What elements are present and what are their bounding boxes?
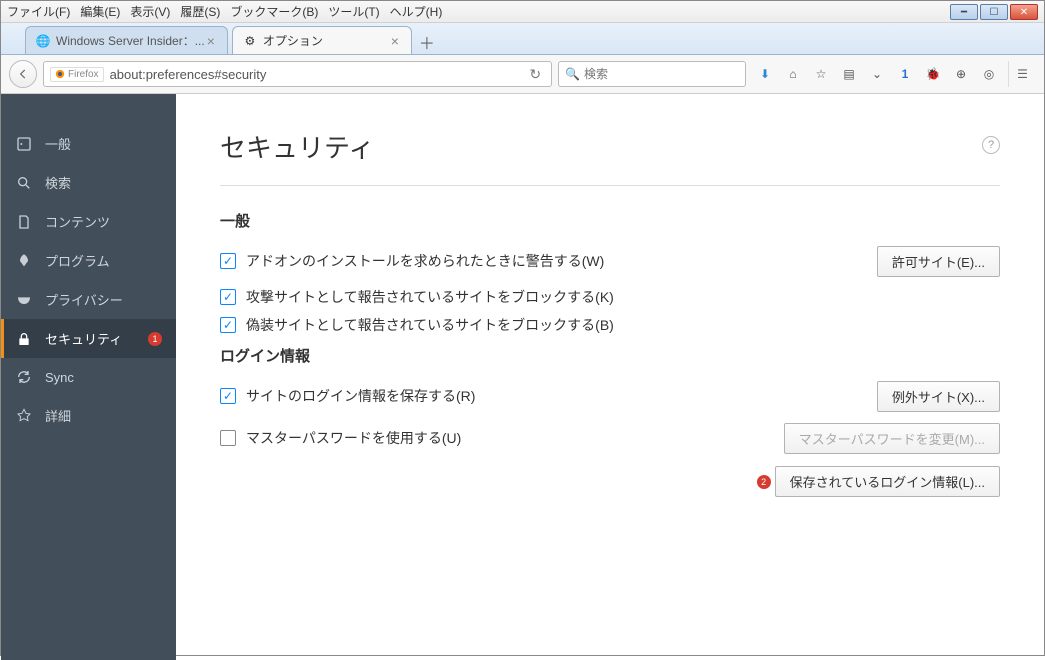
menubar: ファイル(F) 編集(E) 表示(V) 履歴(S) ブックマーク(B) ツール(… xyxy=(1,1,1044,23)
checkbox-save-login[interactable]: サイトのログイン情報を保存する(R) xyxy=(220,386,475,406)
menu-bookmarks[interactable]: ブックマーク(B) xyxy=(230,3,318,20)
sidebar-item-label: 検索 xyxy=(45,173,71,192)
reload-button[interactable]: ↻ xyxy=(525,66,545,83)
menu-view[interactable]: 表示(V) xyxy=(130,3,170,20)
exceptions-button[interactable]: 例外サイト(X)... xyxy=(877,381,1000,412)
checkbox-label: アドオンのインストールを求められたときに警告する(W) xyxy=(246,251,604,271)
tab-close-icon[interactable]: × xyxy=(389,33,401,49)
preferences-main: ? セキュリティ 一般 アドオンのインストールを求められたときに警告する(W) … xyxy=(176,94,1044,660)
sidebar-item-label: セキュリティ xyxy=(45,329,122,348)
checkbox-block-forgery[interactable]: 偽装サイトとして報告されているサイトをブロックする(B) xyxy=(220,315,1000,335)
sidebar-item-label: 一般 xyxy=(45,134,71,153)
sidebar-item-content[interactable]: コンテンツ xyxy=(1,202,176,241)
web-icon[interactable]: ⊕ xyxy=(952,65,970,83)
checkbox-label: 偽装サイトとして報告されているサイトをブロックする(B) xyxy=(246,315,614,335)
back-button[interactable] xyxy=(9,60,37,88)
close-button[interactable]: ✕ xyxy=(1010,4,1038,20)
permitted-sites-button[interactable]: 許可サイト(E)... xyxy=(877,246,1000,277)
checkbox-block-attack[interactable]: 攻撃サイトとして報告されているサイトをブロックする(K) xyxy=(220,287,1000,307)
sidebar-item-label: プログラム xyxy=(45,251,110,270)
sidebar-item-search[interactable]: 検索 xyxy=(1,163,176,202)
page-title: セキュリティ xyxy=(220,128,1000,186)
onepassword-icon[interactable]: 1 xyxy=(896,65,914,83)
url-bar[interactable]: Firefox ↻ xyxy=(43,61,552,87)
change-master-button: マスターパスワードを変更(M)... xyxy=(784,423,1000,454)
tab-strip: 🌐 Windows Server Insider：... × ⚙ オプション ×… xyxy=(1,23,1044,55)
advanced-icon xyxy=(15,407,33,425)
checkbox-icon xyxy=(220,289,236,305)
checkbox-label: マスターパスワードを使用する(U) xyxy=(246,428,461,448)
checkbox-icon xyxy=(220,253,236,269)
menu-file[interactable]: ファイル(F) xyxy=(7,3,70,20)
sidebar-item-general[interactable]: 一般 xyxy=(1,124,176,163)
pocket-icon[interactable]: ⌄ xyxy=(868,65,886,83)
annotation-badge: 2 xyxy=(757,475,771,489)
firefox-icon xyxy=(55,69,65,79)
sidebar-item-label: コンテンツ xyxy=(45,212,110,231)
home-icon[interactable]: ⌂ xyxy=(784,65,802,83)
sidebar-item-label: 詳細 xyxy=(45,406,71,425)
nav-toolbar: Firefox ↻ 🔍 ⬇ ⌂ ☆ ▤ ⌄ 1 🐞 ⊕ ◎ ☰ xyxy=(1,55,1044,94)
sidebar-item-privacy[interactable]: プライバシー xyxy=(1,280,176,319)
arrow-left-icon xyxy=(16,67,30,81)
window-controls: ━ ☐ ✕ xyxy=(950,4,1038,20)
target-icon[interactable]: ◎ xyxy=(980,65,998,83)
menu-edit[interactable]: 編集(E) xyxy=(80,3,120,20)
tab-close-icon[interactable]: × xyxy=(205,33,217,49)
new-tab-button[interactable]: ＋ xyxy=(416,30,438,54)
sidebar-item-security[interactable]: セキュリティ 1 xyxy=(1,319,176,358)
app-menu-button[interactable]: ☰ xyxy=(1008,61,1036,87)
search-icon: 🔍 xyxy=(565,67,580,81)
checkbox-label: サイトのログイン情報を保存する(R) xyxy=(246,386,475,406)
lock-icon xyxy=(15,330,33,348)
saved-logins-button[interactable]: 保存されているログイン情報(L)... xyxy=(775,466,1000,497)
section-login-heading: ログイン情報 xyxy=(220,345,1000,366)
document-icon xyxy=(15,213,33,231)
search-bar[interactable]: 🔍 xyxy=(558,61,746,87)
tab-active[interactable]: ⚙ オプション × xyxy=(232,26,412,54)
toolbar-icons: ⬇ ⌂ ☆ ▤ ⌄ 1 🐞 ⊕ ◎ xyxy=(752,65,1002,83)
menu-help[interactable]: ヘルプ(H) xyxy=(390,3,443,20)
sidebar-item-programs[interactable]: プログラム xyxy=(1,241,176,280)
help-button[interactable]: ? xyxy=(982,136,1000,154)
sidebar-item-advanced[interactable]: 詳細 xyxy=(1,396,176,435)
checkbox-use-master[interactable]: マスターパスワードを使用する(U) xyxy=(220,428,461,448)
sidebar-item-label: Sync xyxy=(45,370,74,385)
search-icon xyxy=(15,174,33,192)
tab-label: オプション xyxy=(263,32,323,49)
list-icon[interactable]: ▤ xyxy=(840,65,858,83)
menu-history[interactable]: 履歴(S) xyxy=(180,3,220,20)
annotation-badge: 1 xyxy=(148,332,162,346)
minimize-button[interactable]: ━ xyxy=(950,4,978,20)
checkbox-icon xyxy=(220,430,236,446)
checkbox-warn-addon[interactable]: アドオンのインストールを求められたときに警告する(W) xyxy=(220,251,604,271)
sidebar-item-label: プライバシー xyxy=(45,290,123,309)
tab-inactive[interactable]: 🌐 Windows Server Insider：... × xyxy=(25,26,228,54)
url-input[interactable] xyxy=(110,67,526,82)
downloads-icon[interactable]: ⬇ xyxy=(756,65,774,83)
search-input[interactable] xyxy=(584,67,739,81)
gear-icon: ⚙ xyxy=(243,34,257,48)
general-icon xyxy=(15,135,33,153)
checkbox-label: 攻撃サイトとして報告されているサイトをブロックする(K) xyxy=(246,287,614,307)
globe-icon: 🌐 xyxy=(36,34,50,48)
preferences-sidebar: 一般 検索 コンテンツ プログラム プライバシー セキュリティ 1 Sync xyxy=(1,94,176,660)
extension-icon[interactable]: 🐞 xyxy=(924,65,942,83)
sync-icon xyxy=(15,368,33,386)
tab-label: Windows Server Insider：... xyxy=(56,32,205,49)
rocket-icon xyxy=(15,252,33,270)
content-area: 一般 検索 コンテンツ プログラム プライバシー セキュリティ 1 Sync xyxy=(1,94,1044,660)
maximize-button[interactable]: ☐ xyxy=(980,4,1008,20)
section-general-heading: 一般 xyxy=(220,210,1000,231)
identity-box[interactable]: Firefox xyxy=(50,67,104,82)
checkbox-icon xyxy=(220,388,236,404)
sidebar-item-sync[interactable]: Sync xyxy=(1,358,176,396)
mask-icon xyxy=(15,291,33,309)
bookmark-star-icon[interactable]: ☆ xyxy=(812,65,830,83)
menu-tools[interactable]: ツール(T) xyxy=(328,3,379,20)
checkbox-icon xyxy=(220,317,236,333)
